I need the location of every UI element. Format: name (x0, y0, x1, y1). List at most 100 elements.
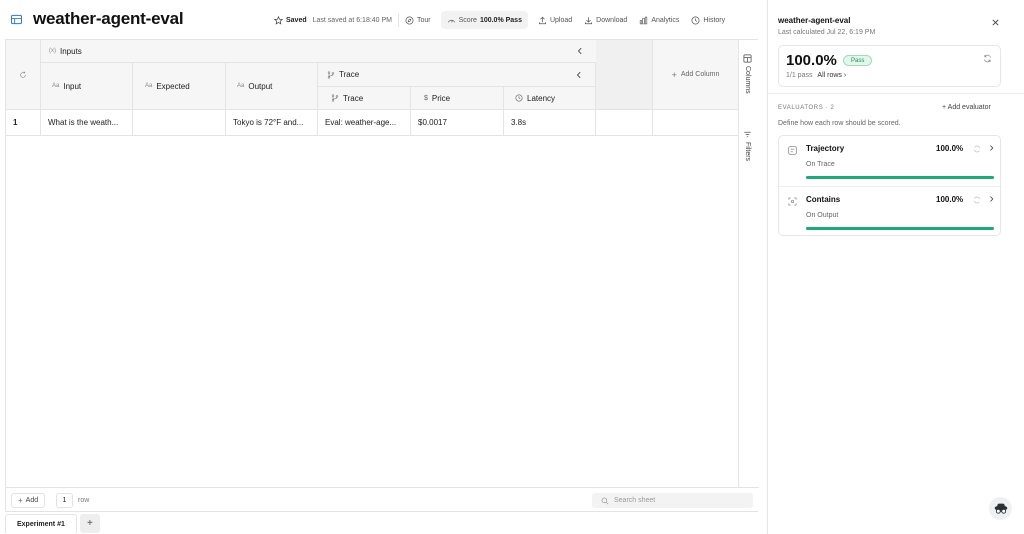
upload-label: Upload (549, 16, 573, 24)
evaluator-target: On Output (806, 212, 839, 219)
download-button[interactable]: Download (578, 11, 633, 29)
text-type-icon: Aa (237, 83, 245, 89)
cell-input[interactable]: What is the weath... (41, 110, 133, 136)
upload-button[interactable]: Upload (532, 11, 578, 29)
column-header-input[interactable]: Aa Input (41, 63, 133, 110)
evaluator-target: On Trace (806, 161, 835, 168)
star-icon[interactable] (274, 15, 283, 25)
tour-button[interactable]: Tour (399, 11, 437, 29)
refresh-icon[interactable] (983, 54, 992, 63)
evaluators-list: Trajectory 100.0% On Trace Contains 100.… (778, 135, 1002, 236)
text-type-icon: Aa (52, 83, 60, 89)
sheet-grid: (x) Inputs Aa Input Aa Expected Aa Outpu… (5, 39, 759, 512)
saved-timestamp: Last saved at 6:18:40 PM (312, 16, 393, 24)
column-latency-label: Latency (527, 93, 556, 103)
side-tab-strip: Columns Filters (738, 40, 759, 487)
cell-output[interactable]: Tokyo is 72°F and... (226, 110, 318, 136)
text-type-icon: Aa (145, 83, 153, 89)
add-row-button[interactable]: + Add (11, 493, 46, 508)
columns-tab[interactable]: Columns (743, 54, 752, 94)
evaluator-progress-fill (806, 176, 994, 179)
score-value: 100.0% Pass (479, 16, 522, 24)
analytics-label: Analytics (651, 16, 680, 24)
upload-icon (538, 16, 546, 24)
add-row-label: Add (25, 497, 39, 504)
columns-icon (743, 54, 752, 63)
cell-trace[interactable]: Eval: weather-age... (318, 110, 411, 136)
pass-summary: 1/1 pass All rows › (786, 72, 846, 79)
cell-spacer (596, 110, 653, 136)
column-header-expected[interactable]: Aa Expected (133, 63, 226, 110)
chevron-right-icon[interactable] (988, 144, 995, 152)
evaluator-name: Contains (806, 195, 841, 204)
evaluator-score: 100.0% (936, 195, 964, 204)
download-label: Download (596, 16, 628, 24)
chevron-left-icon[interactable] (576, 47, 584, 55)
reset-icon[interactable] (19, 70, 27, 79)
refresh-icon[interactable] (973, 196, 981, 204)
page-title: weather-agent-eval (33, 9, 184, 28)
evaluator-progress-fill (806, 227, 994, 230)
filters-tab-label: Filters (744, 142, 751, 162)
analytics-button[interactable]: Analytics (633, 11, 685, 29)
add-column-label: Add Column (680, 71, 720, 78)
column-header-latency[interactable]: Latency (504, 87, 596, 110)
filters-tab[interactable]: Filters (743, 130, 752, 161)
compass-icon (405, 16, 414, 24)
score-button[interactable]: Score 100.0% Pass (440, 11, 528, 29)
cell-add-column-empty (653, 110, 738, 136)
evaluation-panel: weather-agent-eval Last calculated Jul 2… (767, 0, 1024, 534)
add-column-button[interactable]: + Add Column (653, 40, 738, 110)
status-badge: Pass (843, 55, 873, 66)
row-count-input[interactable]: 1 (56, 493, 73, 508)
column-header-output[interactable]: Aa Output (226, 63, 318, 110)
row-reset-header[interactable] (6, 40, 41, 110)
clock-icon (515, 94, 523, 102)
add-evaluator-button[interactable]: + Add evaluator (942, 104, 991, 111)
panel-last-calculated: Last calculated Jul 22, 6:19 PM (778, 29, 876, 36)
sheet-footer: + Add 1 row Search sheet (6, 487, 759, 512)
header: weather-agent-eval Saved Last saved at 6… (0, 0, 766, 40)
evaluator-item-trajectory[interactable]: Trajectory 100.0% On Trace (779, 136, 1002, 186)
tour-label: Tour (417, 16, 431, 24)
column-header-price[interactable]: $ Price (411, 87, 504, 110)
assistant-bot-button[interactable] (989, 497, 1012, 520)
group-inputs-label: Inputs (60, 46, 82, 56)
bar-chart-icon (640, 16, 648, 24)
add-tab-button[interactable]: + (79, 514, 100, 533)
row-count-label: row (78, 497, 90, 504)
evaluator-score: 100.0% (936, 144, 964, 153)
clock-icon (691, 16, 700, 24)
refresh-icon[interactable] (973, 145, 981, 153)
cell-latency[interactable]: 3.8s (504, 110, 596, 136)
evaluator-item-contains[interactable]: Contains 100.0% On Output (779, 186, 1002, 236)
bot-icon (994, 503, 1007, 514)
evaluator-progress (806, 176, 994, 179)
tab-experiment-1[interactable]: Experiment #1 (5, 514, 77, 533)
evaluators-description: Define how each row should be scored. (778, 120, 901, 127)
variable-icon: (x) (49, 48, 56, 54)
column-expected-label: Expected (156, 81, 190, 91)
column-price-label: Price (431, 93, 451, 103)
rows-filter-link[interactable]: All rows › (817, 72, 846, 79)
toolbar: Saved Last saved at 6:18:40 PM Tour Scor… (268, 11, 731, 29)
group-inputs-header[interactable]: (x) Inputs (41, 40, 596, 63)
chevron-right-icon[interactable] (988, 195, 995, 203)
columns-tab-label: Columns (744, 66, 751, 94)
search-input[interactable]: Search sheet (592, 493, 753, 508)
cell-expected[interactable] (133, 110, 226, 136)
column-spacer (596, 40, 653, 110)
panel-title: weather-agent-eval (778, 16, 851, 25)
evaluators-header: EVALUATORS · 2 (778, 105, 835, 111)
history-button[interactable]: History (685, 11, 731, 29)
cell-price[interactable]: $0.0017 (411, 110, 504, 136)
gauge-icon (447, 19, 455, 22)
search-icon (601, 497, 609, 504)
search-placeholder: Search sheet (614, 497, 656, 504)
chevron-left-icon[interactable] (575, 71, 583, 79)
group-trace-header[interactable]: Trace (318, 63, 596, 87)
panel-divider (768, 93, 1024, 94)
column-header-trace[interactable]: Trace (318, 87, 411, 110)
close-icon[interactable] (991, 18, 1000, 27)
evaluator-name: Trajectory (806, 144, 845, 153)
